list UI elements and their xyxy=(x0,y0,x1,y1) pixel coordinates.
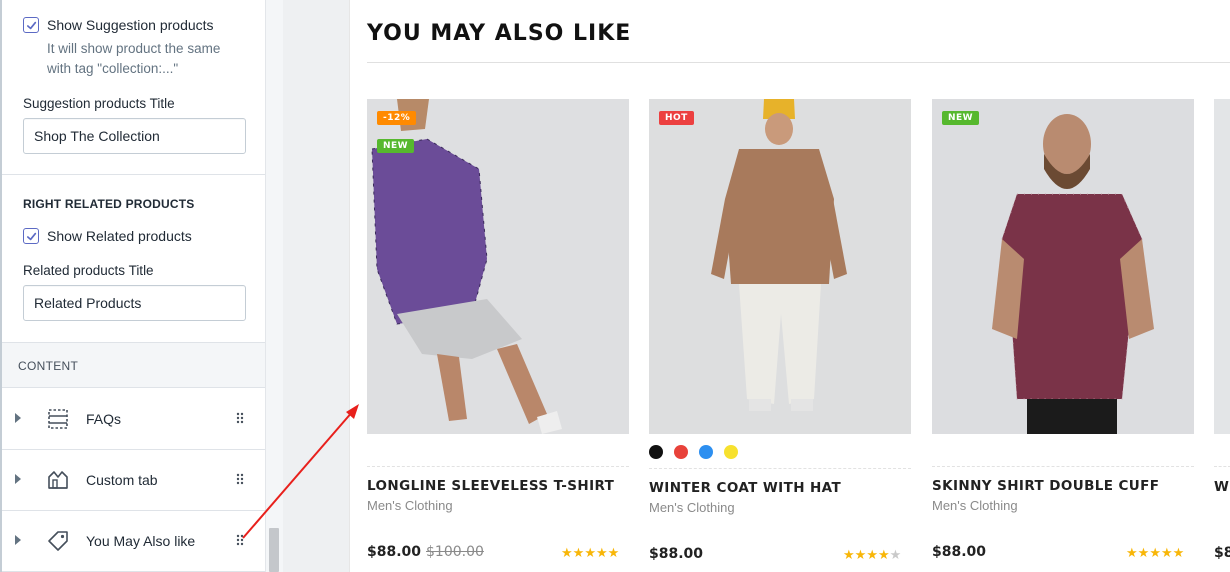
product-name[interactable]: LONGLINE SLEEVELESS T-SHIRT xyxy=(367,478,614,494)
product-name[interactable]: WINTER COAT WITH HAT xyxy=(649,480,841,496)
color-swatch-black[interactable] xyxy=(649,445,663,459)
related-title-input[interactable]: Related Products xyxy=(23,285,246,321)
star-icon: ★ xyxy=(866,547,878,562)
product-name-partial[interactable]: WI xyxy=(1214,479,1230,495)
star-icon: ★ xyxy=(1149,545,1161,560)
content-section-header: CONTENT xyxy=(2,342,267,388)
block-label-faqs: FAQs xyxy=(86,411,122,427)
product-price-partial: $8 xyxy=(1214,545,1230,561)
show-suggestion-checkbox[interactable] xyxy=(23,17,39,33)
suggestion-help-line-1: It will show product the same xyxy=(47,41,221,56)
suggestion-help-text: It will show product the same with tag "… xyxy=(47,39,247,79)
product-rating: ★★★★★ xyxy=(1126,545,1184,561)
block-label-you-may-also-like: You May Also like xyxy=(86,533,196,549)
star-icon: ★ xyxy=(1160,545,1173,560)
custom-tab-icon xyxy=(48,471,68,489)
drag-handle-icon[interactable] xyxy=(236,473,244,485)
expand-caret-icon[interactable] xyxy=(15,474,21,484)
product-image[interactable]: NEW xyxy=(932,99,1194,434)
block-item-custom-tab[interactable]: Custom tab xyxy=(2,450,267,511)
product-image[interactable]: HOT xyxy=(649,99,911,434)
block-item-faqs[interactable]: FAQs xyxy=(2,389,267,450)
drag-handle-icon[interactable] xyxy=(236,534,244,546)
star-icon: ★ xyxy=(561,545,573,560)
product-name[interactable]: SKINNY SHIRT DOUBLE CUFF xyxy=(932,478,1159,494)
product-price: $88.00 xyxy=(367,544,422,560)
checkmark-icon xyxy=(26,232,36,240)
color-swatch-red[interactable] xyxy=(674,445,688,459)
expand-caret-icon[interactable] xyxy=(15,535,21,545)
block-item-you-may-also-like[interactable]: You May Also like xyxy=(2,511,267,572)
product-card[interactable]: NEW SKINNY SHIRT DOUBLE CUFF Men's Cloth… xyxy=(932,99,1194,560)
related-title-label: Related products Title xyxy=(23,263,154,278)
star-icon: ★ xyxy=(584,545,596,560)
tag-icon xyxy=(48,531,68,551)
theme-editor-sidebar: Show Suggestion products It will show pr… xyxy=(0,0,283,572)
divider xyxy=(2,174,267,175)
star-icon: ★ xyxy=(877,547,890,562)
suggestion-title-label: Suggestion products Title xyxy=(23,96,175,111)
show-suggestion-label: Show Suggestion products xyxy=(47,17,214,33)
product-badge: NEW xyxy=(942,111,980,125)
card-divider xyxy=(1214,466,1230,467)
block-label-custom-tab: Custom tab xyxy=(86,472,158,488)
card-divider xyxy=(649,468,911,469)
show-related-checkbox-row[interactable]: Show Related products xyxy=(23,228,192,244)
related-products-heading: RIGHT RELATED PRODUCTS xyxy=(23,197,195,211)
show-suggestion-checkbox-row[interactable]: Show Suggestion products xyxy=(23,17,214,33)
star-icon: ★ xyxy=(1172,545,1185,560)
product-photo-illustration xyxy=(649,99,911,434)
card-divider xyxy=(367,466,629,467)
color-swatch-blue[interactable] xyxy=(699,445,713,459)
product-badge: NEW xyxy=(377,139,415,153)
product-category[interactable]: Men's Clothing xyxy=(932,498,1018,513)
star-icon: ★ xyxy=(1137,545,1150,560)
product-card[interactable]: HOT WINTER COAT WITH HAT Men's Clothing … xyxy=(649,99,911,562)
product-image[interactable]: -12% NEW xyxy=(367,99,629,434)
product-badge: -12% xyxy=(377,111,417,125)
storefront-preview: YOU MAY ALSO LIKE -12% NEW LONGLINE SLEE… xyxy=(349,0,1230,572)
show-related-checkbox[interactable] xyxy=(23,228,39,244)
star-icon: ★ xyxy=(889,547,902,562)
product-rating: ★★★★★ xyxy=(561,545,619,561)
drag-handle-icon[interactable] xyxy=(236,412,244,424)
product-card[interactable]: -12% NEW LONGLINE SLEEVELESS T-SHIRT Men… xyxy=(367,99,629,560)
scrollbar-thumb[interactable] xyxy=(269,528,279,572)
card-divider xyxy=(932,466,1194,467)
sidebar-scrollbar[interactable] xyxy=(265,0,283,572)
star-icon: ★ xyxy=(843,547,855,562)
product-badge: HOT xyxy=(659,111,694,125)
expand-caret-icon[interactable] xyxy=(15,413,21,423)
star-icon: ★ xyxy=(854,547,867,562)
content-heading: CONTENT xyxy=(18,359,79,373)
star-icon: ★ xyxy=(607,545,620,560)
product-price: $88.00 xyxy=(649,546,704,562)
product-image-partial[interactable] xyxy=(1214,99,1230,434)
suggestion-help-line-2: with tag "collection:..." xyxy=(47,61,179,76)
faq-block-icon xyxy=(48,409,68,429)
star-icon: ★ xyxy=(1126,545,1138,560)
product-old-price: $100.00 xyxy=(426,544,484,560)
settings-panel: Show Suggestion products It will show pr… xyxy=(0,0,267,572)
checkmark-icon xyxy=(26,21,36,29)
show-related-label: Show Related products xyxy=(47,228,192,244)
star-icon: ★ xyxy=(595,545,608,560)
section-title: YOU MAY ALSO LIKE xyxy=(367,21,632,46)
product-category[interactable]: Men's Clothing xyxy=(367,498,453,513)
suggestion-title-input[interactable]: Shop The Collection xyxy=(23,118,246,154)
product-photo-illustration xyxy=(932,99,1194,434)
product-price: $88.00 xyxy=(932,544,987,560)
section-title-rule xyxy=(367,62,1230,63)
product-rating: ★★★★★ xyxy=(843,547,901,563)
star-icon: ★ xyxy=(572,545,585,560)
product-category[interactable]: Men's Clothing xyxy=(649,500,735,515)
color-swatch-yellow[interactable] xyxy=(724,445,738,459)
